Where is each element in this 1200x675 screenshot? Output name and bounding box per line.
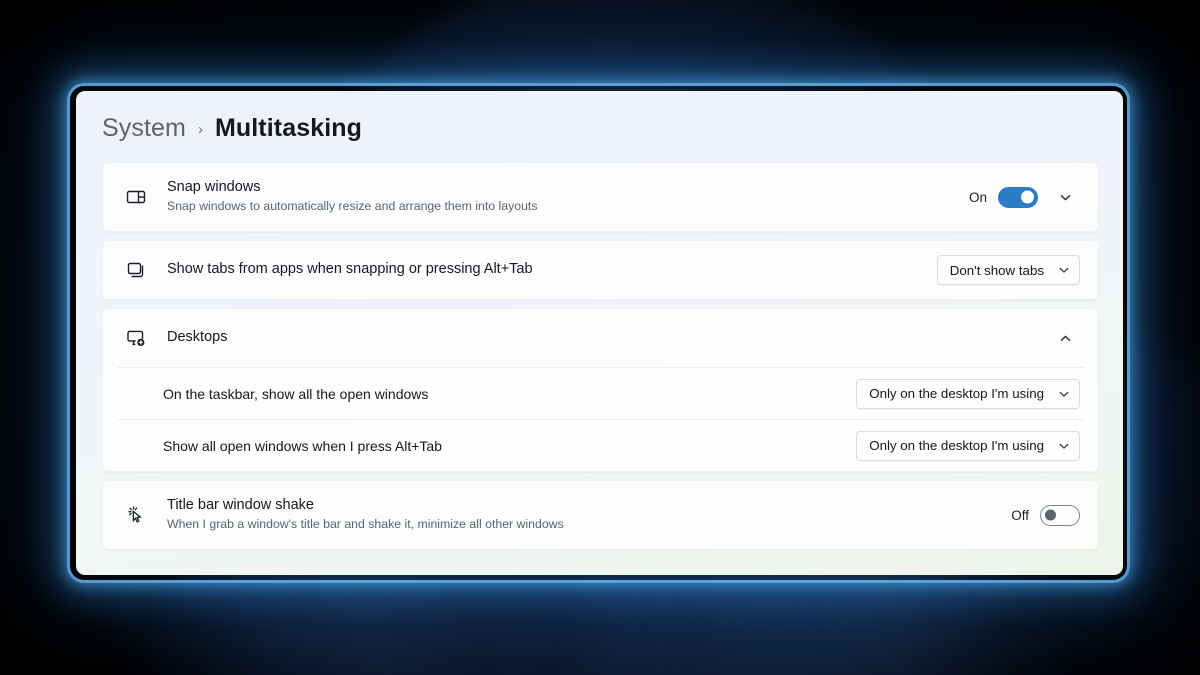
- snap-windows-toggle-group[interactable]: On: [968, 186, 1038, 208]
- toggle-knob: [1045, 509, 1056, 521]
- chevron-down-icon: [1058, 264, 1070, 276]
- setting-text-snap-windows: Snap windows Snap windows to automatical…: [163, 178, 969, 216]
- stacked-windows-icon: [119, 259, 163, 281]
- setting-controls-desktops: [1050, 323, 1080, 353]
- chevron-down-icon[interactable]: [1050, 182, 1080, 212]
- show-tabs-dropdown[interactable]: Don't show tabs: [936, 255, 1080, 285]
- setting-row-show-tabs[interactable]: Show tabs from apps when snapping or pre…: [103, 241, 1098, 299]
- setting-card-desktops[interactable]: Desktops On the taskbar, show all the op…: [102, 308, 1099, 472]
- setting-row-desktops[interactable]: Desktops: [103, 309, 1098, 367]
- title-bar-shake-toggle[interactable]: [1040, 504, 1080, 526]
- cursor-shake-icon: [119, 504, 163, 526]
- subrow-label: Show all open windows when I press Alt+T…: [163, 437, 442, 454]
- setting-controls-snap-windows: On: [969, 182, 1080, 212]
- dropdown-value: Only on the desktop I'm using: [869, 386, 1044, 401]
- setting-title: Snap windows: [167, 178, 261, 195]
- setting-text-desktops: Desktops: [163, 328, 1050, 348]
- title-bar-shake-toggle-group[interactable]: Off: [1011, 504, 1080, 526]
- chevron-up-icon[interactable]: [1050, 323, 1080, 353]
- breadcrumb-separator-icon: ›: [197, 121, 203, 138]
- chevron-down-icon: [1058, 388, 1070, 400]
- dropdown-value: Don't show tabs: [949, 262, 1044, 278]
- page-title: Multitasking: [214, 114, 362, 142]
- subrow-label: On the taskbar, show all the open window…: [163, 385, 429, 402]
- snap-layout-icon: [119, 186, 163, 208]
- setting-text-show-tabs: Show tabs from apps when snapping or pre…: [163, 260, 937, 280]
- snap-windows-toggle[interactable]: [998, 186, 1038, 208]
- breadcrumb-parent[interactable]: System: [102, 114, 186, 143]
- setting-controls-show-tabs: Don't show tabs: [936, 255, 1080, 285]
- setting-card-snap-windows[interactable]: Snap windows Snap windows to automatical…: [102, 162, 1099, 232]
- setting-subtitle: When I grab a window's title bar and sha…: [167, 517, 564, 532]
- setting-card-show-tabs[interactable]: Show tabs from apps when snapping or pre…: [102, 240, 1099, 300]
- toggle-state-label: Off: [1011, 507, 1029, 523]
- toggle-knob: [1021, 190, 1034, 204]
- settings-panel: System › Multitasking Snap windows Snap …: [76, 91, 1123, 575]
- toggle-state-label: On: [968, 189, 987, 205]
- alt-tab-open-windows-dropdown[interactable]: Only on the desktop I'm using: [856, 430, 1080, 461]
- setting-card-title-bar-shake[interactable]: Title bar window shake When I grab a win…: [102, 480, 1099, 550]
- setting-row-title-bar-shake[interactable]: Title bar window shake When I grab a win…: [103, 481, 1098, 549]
- setting-subrow-alt-tab-open-windows[interactable]: Show all open windows when I press Alt+T…: [103, 420, 1098, 471]
- desktop-add-icon: [119, 327, 163, 349]
- breadcrumb: System › Multitasking: [76, 91, 1123, 143]
- setting-row-snap-windows[interactable]: Snap windows Snap windows to automatical…: [103, 163, 1098, 231]
- setting-subrow-taskbar-open-windows[interactable]: On the taskbar, show all the open window…: [103, 368, 1098, 419]
- dropdown-value: Only on the desktop I'm using: [869, 438, 1044, 453]
- setting-title: Desktops: [167, 329, 228, 346]
- setting-title: Title bar window shake: [167, 496, 314, 513]
- setting-subtitle: Snap windows to automatically resize and…: [167, 199, 538, 214]
- settings-card-list: Snap windows Snap windows to automatical…: [76, 143, 1123, 550]
- taskbar-open-windows-dropdown[interactable]: Only on the desktop I'm using: [856, 378, 1080, 409]
- setting-controls-title-bar-shake: Off: [1011, 504, 1080, 526]
- chevron-down-icon: [1058, 440, 1070, 452]
- setting-title: Show tabs from apps when snapping or pre…: [167, 261, 533, 278]
- setting-text-title-bar-shake: Title bar window shake When I grab a win…: [163, 496, 1011, 534]
